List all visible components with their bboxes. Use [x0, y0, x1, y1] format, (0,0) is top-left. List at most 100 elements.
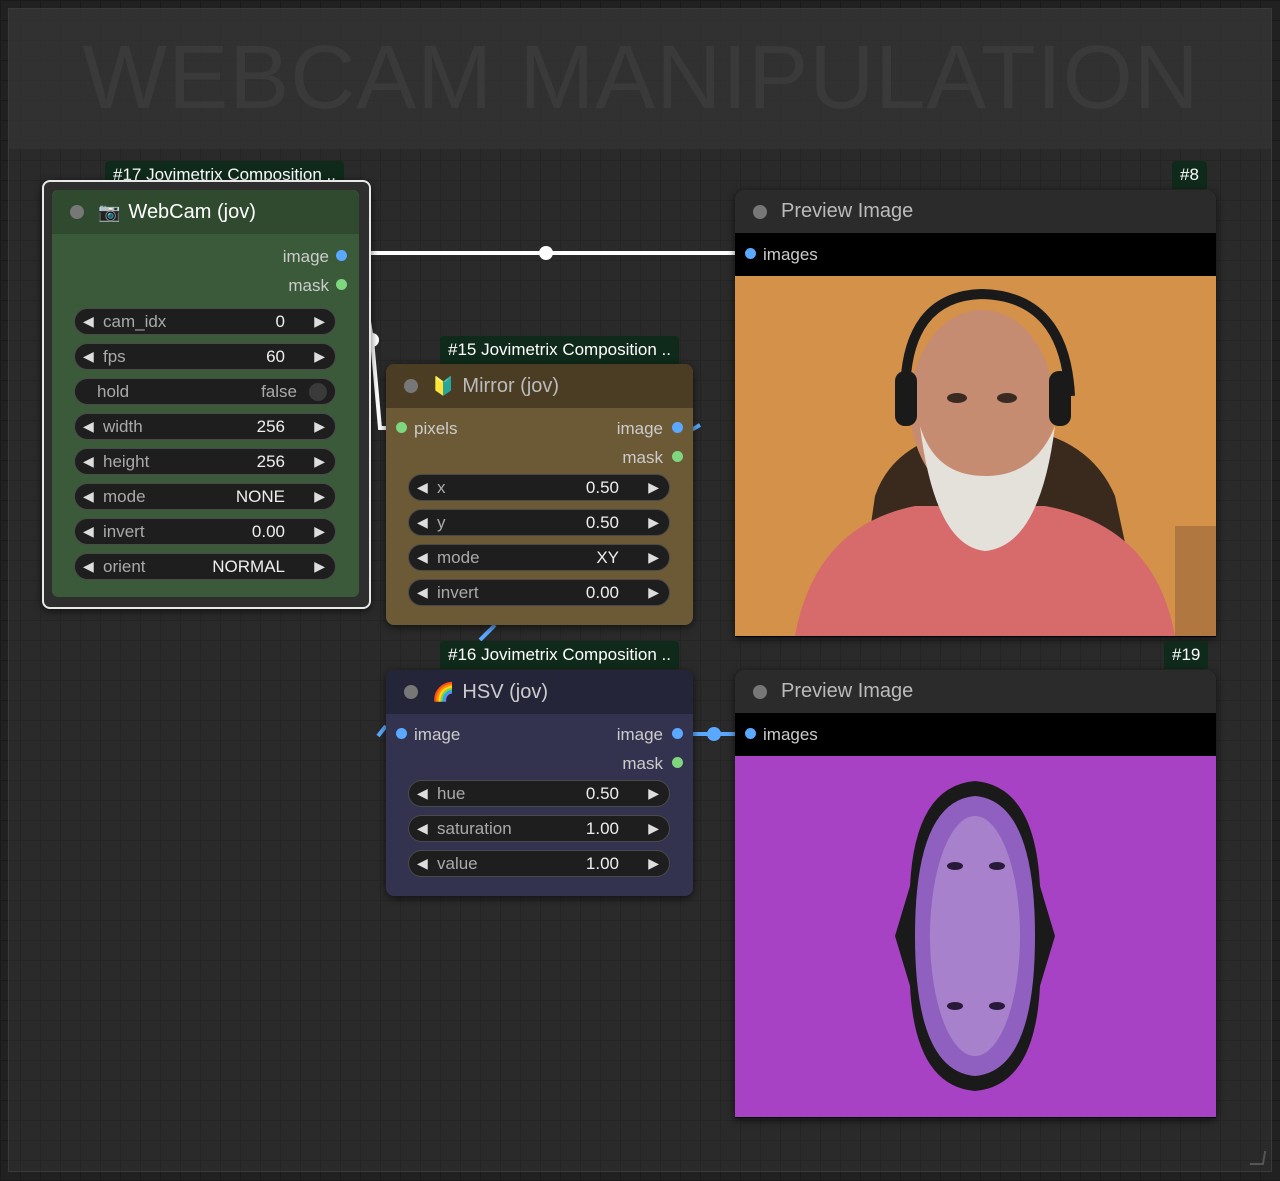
widget-mode[interactable]: ◀ mode NONE ▶ — [74, 483, 336, 510]
collapse-dot[interactable] — [70, 205, 84, 219]
increment-arrow-icon[interactable]: ▶ — [314, 348, 325, 365]
widget-value[interactable]: 1.00 — [586, 854, 619, 874]
widget-label: saturation — [437, 819, 512, 838]
decrement-arrow-icon[interactable]: ◀ — [417, 549, 428, 566]
input-image-port[interactable] — [396, 728, 407, 739]
input-images-port[interactable] — [745, 248, 756, 259]
decrement-arrow-icon[interactable]: ◀ — [83, 453, 94, 470]
input-pixels[interactable]: pixels image — [386, 414, 693, 443]
output-image-port[interactable] — [336, 250, 347, 261]
widget-value[interactable]: 60 — [266, 347, 285, 367]
decrement-arrow-icon[interactable]: ◀ — [83, 313, 94, 330]
widget-value[interactable]: NONE — [236, 487, 285, 507]
node-webcam-selected-frame[interactable]: 📷 WebCam (jov) image mask ◀ cam_idx 0 ▶ ◀ fps… — [42, 180, 371, 609]
widget-value[interactable]: 1.00 — [586, 819, 619, 839]
increment-arrow-icon[interactable]: ▶ — [648, 514, 659, 531]
widget-height[interactable]: ◀ height 256 ▶ — [74, 448, 336, 475]
increment-arrow-icon[interactable]: ▶ — [648, 479, 659, 496]
widget-value[interactable]: 256 — [257, 452, 285, 472]
widget-value[interactable]: 0.50 — [586, 478, 619, 498]
input-image[interactable]: image image — [386, 720, 693, 749]
decrement-arrow-icon[interactable]: ◀ — [417, 514, 428, 531]
increment-arrow-icon[interactable]: ▶ — [314, 558, 325, 575]
node-preview-8-title[interactable]: Preview Image — [735, 190, 1216, 233]
widget-value[interactable]: 0.50 — [586, 784, 619, 804]
output-label: mask — [622, 754, 663, 773]
widget-cam-idx[interactable]: ◀ cam_idx 0 ▶ — [74, 308, 336, 335]
output-mask[interactable]: mask — [386, 443, 693, 472]
input-images-port[interactable] — [745, 728, 756, 739]
widget-value[interactable]: 0 — [276, 312, 285, 332]
graph-canvas[interactable]: WEBCAM MANIPULATION #17 Jovimetrix Compo… — [0, 0, 1280, 1181]
widget-value[interactable]: ◀ value 1.00 ▶ — [408, 850, 670, 877]
decrement-arrow-icon[interactable]: ◀ — [417, 855, 428, 872]
decrement-arrow-icon[interactable]: ◀ — [83, 348, 94, 365]
widget-orient[interactable]: ◀ orient NORMAL ▶ — [74, 553, 336, 580]
collapse-dot[interactable] — [404, 379, 418, 393]
node-mirror-title[interactable]: 🔰 Mirror (jov) — [386, 364, 693, 408]
widget-value[interactable]: XY — [596, 548, 619, 568]
decrement-arrow-icon[interactable]: ◀ — [83, 418, 94, 435]
widget-saturation[interactable]: ◀ saturation 1.00 ▶ — [408, 815, 670, 842]
widget-value[interactable]: NORMAL — [212, 557, 285, 577]
output-image-port[interactable] — [672, 728, 683, 739]
decrement-arrow-icon[interactable]: ◀ — [417, 479, 428, 496]
increment-arrow-icon[interactable]: ▶ — [648, 820, 659, 837]
mirrored-figure-icon — [735, 756, 1216, 1117]
rainbow-icon: 🌈 — [432, 681, 455, 702]
output-mask-port[interactable] — [672, 757, 683, 768]
increment-arrow-icon[interactable]: ▶ — [648, 855, 659, 872]
widget-value[interactable]: 0.00 — [252, 522, 285, 542]
widget-invert[interactable]: ◀ invert 0.00 ▶ — [74, 518, 336, 545]
widget-value[interactable]: 0.00 — [586, 583, 619, 603]
node-mirror[interactable]: 🔰 Mirror (jov) pixels image mask ◀ x 0.50 ▶… — [386, 364, 693, 625]
widget-label: orient — [103, 557, 146, 576]
increment-arrow-icon[interactable]: ▶ — [314, 453, 325, 470]
node-preview-19-title[interactable]: Preview Image — [735, 670, 1216, 713]
widget-mode[interactable]: ◀ mode XY ▶ — [408, 544, 670, 571]
increment-arrow-icon[interactable]: ▶ — [314, 523, 325, 540]
collapse-dot[interactable] — [753, 204, 767, 219]
output-mask-port[interactable] — [672, 451, 683, 462]
input-images[interactable]: images — [735, 713, 1216, 755]
decrement-arrow-icon[interactable]: ◀ — [83, 558, 94, 575]
collapse-dot[interactable] — [404, 685, 418, 699]
node-preview-19[interactable]: Preview Image images — [735, 670, 1216, 1118]
increment-arrow-icon[interactable]: ▶ — [648, 785, 659, 802]
increment-arrow-icon[interactable]: ▶ — [314, 313, 325, 330]
widget-x[interactable]: ◀ x 0.50 ▶ — [408, 474, 670, 501]
widget-value[interactable]: 256 — [257, 417, 285, 437]
node-hsv[interactable]: 🌈 HSV (jov) image image mask ◀ hue 0.50 ▶ ◀ s… — [386, 670, 693, 896]
output-mask[interactable]: mask — [52, 271, 359, 300]
output-mask[interactable]: mask — [386, 749, 693, 778]
increment-arrow-icon[interactable]: ▶ — [314, 418, 325, 435]
node-webcam-title[interactable]: 📷 WebCam (jov) — [52, 190, 359, 234]
increment-arrow-icon[interactable]: ▶ — [314, 488, 325, 505]
decrement-arrow-icon[interactable]: ◀ — [417, 785, 428, 802]
widget-hue[interactable]: ◀ hue 0.50 ▶ — [408, 780, 670, 807]
output-image[interactable]: image — [52, 242, 359, 271]
widget-width[interactable]: ◀ width 256 ▶ — [74, 413, 336, 440]
widget-fps[interactable]: ◀ fps 60 ▶ — [74, 343, 336, 370]
output-mask-port[interactable] — [336, 279, 347, 290]
node-webcam[interactable]: 📷 WebCam (jov) image mask ◀ cam_idx 0 ▶ ◀ fps… — [52, 190, 359, 597]
node-title-label: Mirror (jov) — [462, 374, 560, 397]
widget-invert[interactable]: ◀ invert 0.00 ▶ — [408, 579, 670, 606]
node-hsv-title[interactable]: 🌈 HSV (jov) — [386, 670, 693, 714]
input-pixels-port[interactable] — [396, 422, 407, 433]
node-preview-8[interactable]: Preview Image images — [735, 190, 1216, 637]
toggle-knob[interactable] — [309, 383, 327, 401]
widget-hold[interactable]: hold false — [74, 378, 336, 405]
collapse-dot[interactable] — [753, 684, 767, 699]
input-images[interactable]: images — [735, 233, 1216, 275]
widget-label: width — [103, 417, 143, 436]
increment-arrow-icon[interactable]: ▶ — [648, 584, 659, 601]
decrement-arrow-icon[interactable]: ◀ — [417, 584, 428, 601]
decrement-arrow-icon[interactable]: ◀ — [83, 488, 94, 505]
increment-arrow-icon[interactable]: ▶ — [648, 549, 659, 566]
widget-y[interactable]: ◀ y 0.50 ▶ — [408, 509, 670, 536]
widget-value[interactable]: 0.50 — [586, 513, 619, 533]
decrement-arrow-icon[interactable]: ◀ — [83, 523, 94, 540]
decrement-arrow-icon[interactable]: ◀ — [417, 820, 428, 837]
output-image-port[interactable] — [672, 422, 683, 433]
